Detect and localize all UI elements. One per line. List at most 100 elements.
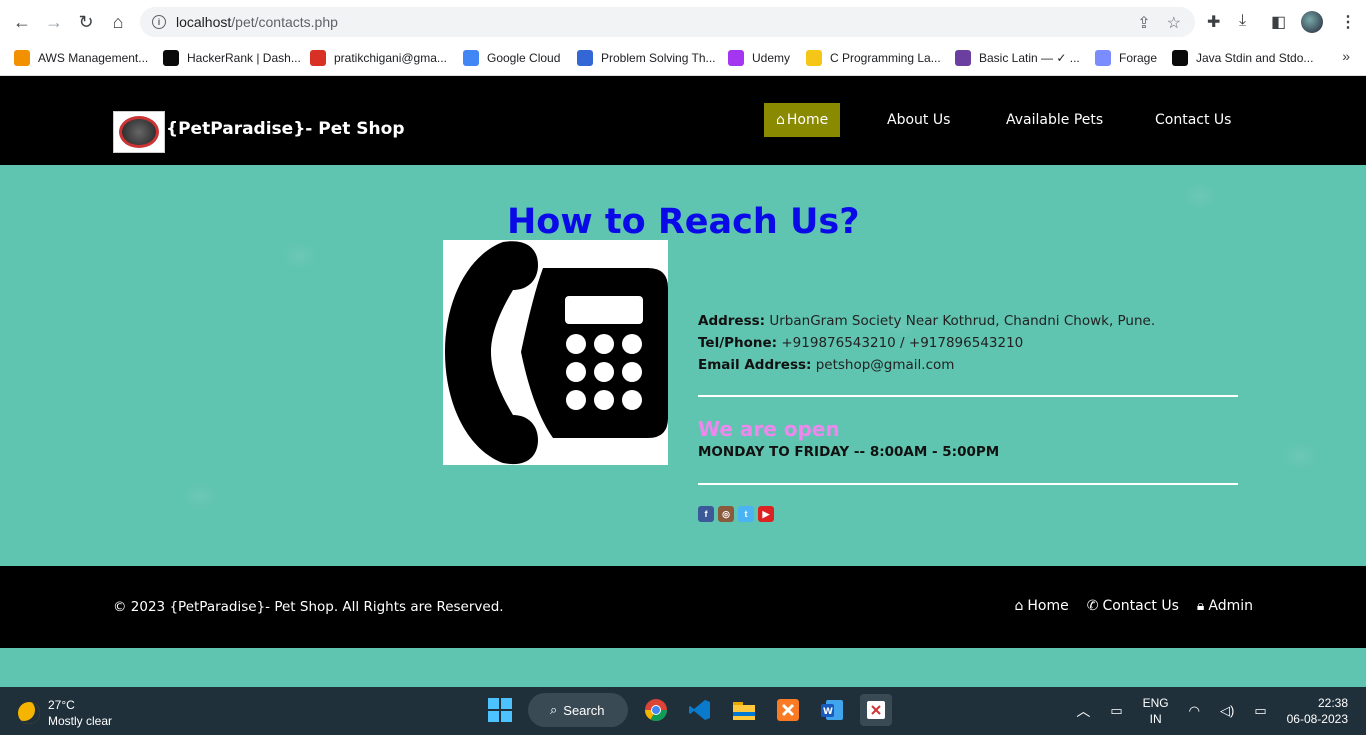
clock-date: 06-08-2023	[1286, 712, 1348, 726]
bookmark-item[interactable]: AWS Management...	[14, 50, 148, 66]
footer-contact-label: Contact Us	[1102, 598, 1179, 614]
xampp-logo-icon	[777, 699, 799, 721]
footer-home-link[interactable]: ⌂ Home	[1014, 598, 1068, 614]
bookmark-item[interactable]: C Programming La...	[806, 50, 941, 66]
download-icon[interactable]: ⤓	[1239, 12, 1246, 30]
bookmark-item[interactable]: Udemy	[728, 50, 790, 66]
forage-icon	[1095, 50, 1111, 66]
home-icon: ⌂	[776, 112, 785, 128]
menu-kebab-icon[interactable]: ⋮	[1340, 12, 1356, 32]
word-icon[interactable]: W	[816, 694, 848, 726]
snip-logo-icon	[867, 701, 885, 719]
footer-admin-link[interactable]: 🔒︎ Admin	[1197, 598, 1253, 614]
wifi-icon[interactable]: ◠	[1189, 703, 1200, 719]
bookmarks-bar: AWS Management... HackerRank | Dash... pra…	[0, 44, 1366, 72]
snipping-tool-icon[interactable]	[860, 694, 892, 726]
contact-details: Address: UrbanGram Society Near Kothrud,…	[698, 310, 1155, 376]
logo-image[interactable]	[113, 111, 165, 153]
phone-icon: ✆	[1086, 598, 1099, 614]
folder-icon	[733, 702, 755, 720]
footer-home-label: Home	[1027, 598, 1069, 614]
browser-chrome: ← → ↻ ⌂ i localhost/pet/contacts.php ⇪ ☆…	[0, 0, 1366, 76]
chevron-up-icon[interactable]: ︿	[1076, 701, 1090, 721]
back-icon[interactable]: ←	[10, 10, 34, 34]
battery-icon[interactable]: ▭	[1254, 703, 1266, 719]
site-info-icon[interactable]: i	[152, 15, 166, 29]
volume-icon[interactable]: ◁)	[1220, 703, 1234, 719]
bookmark-item[interactable]: Problem Solving Th...	[577, 50, 716, 66]
social-links: f ◎ t ▶	[698, 506, 774, 522]
bookmark-item[interactable]: Forage	[1095, 50, 1157, 66]
phone-value: +919876543210 / +917896543210	[781, 335, 1024, 351]
nav-about[interactable]: About Us	[887, 103, 950, 137]
udemy-icon	[728, 50, 744, 66]
share-icon[interactable]: ⇪	[1137, 13, 1150, 33]
aws-icon	[14, 50, 30, 66]
weather-moon-icon	[18, 702, 40, 724]
extensions-icon[interactable]: ✚	[1207, 12, 1220, 32]
language-indicator[interactable]: ENG IN	[1143, 695, 1169, 727]
windows-logo-icon	[488, 698, 512, 722]
bookmark-label: Google Cloud	[487, 51, 561, 65]
taskbar-search[interactable]: ⌕ Search	[528, 693, 628, 727]
display-icon[interactable]: ▭	[1110, 703, 1122, 719]
bookmark-item[interactable]: Java Stdin and Stdo...	[1172, 50, 1313, 66]
footer-admin-label: Admin	[1208, 598, 1253, 614]
page-title: How to Reach Us?	[507, 202, 860, 242]
facebook-icon[interactable]: f	[698, 506, 714, 522]
start-icon[interactable]	[484, 694, 516, 726]
bookmark-item[interactable]: Google Cloud	[463, 50, 560, 66]
bookmark-label: Problem Solving Th...	[601, 51, 716, 65]
nav-home-label: Home	[786, 112, 829, 128]
home-icon[interactable]: ⌂	[106, 10, 130, 34]
chrome-logo-icon	[645, 699, 667, 721]
instagram-icon[interactable]: ◎	[718, 506, 734, 522]
more-bookmarks-icon[interactable]: »	[1342, 48, 1350, 64]
bookmark-item[interactable]: pratikchigani@gma...	[310, 50, 447, 66]
divider	[698, 395, 1238, 397]
search-icon: ⌕	[550, 702, 558, 717]
file-explorer-icon[interactable]	[728, 694, 760, 726]
profile-avatar[interactable]	[1301, 11, 1323, 33]
weather-widget[interactable]: 27°C Mostly clear	[18, 697, 112, 729]
divider	[698, 483, 1238, 485]
bookmark-label: pratikchigani@gma...	[334, 51, 447, 65]
hackerrank-icon	[1172, 50, 1188, 66]
bookmark-item[interactable]: HackerRank | Dash...	[163, 50, 301, 66]
nav-available-pets[interactable]: Available Pets	[1006, 103, 1103, 137]
word-logo-icon: W	[821, 700, 843, 720]
youtube-icon[interactable]: ▶	[758, 506, 774, 522]
google-cloud-icon	[463, 50, 479, 66]
footer-links: ⌂ Home ✆ Contact Us 🔒︎ Admin	[1014, 598, 1253, 614]
clock[interactable]: 22:38 06-08-2023	[1287, 695, 1348, 727]
forward-icon[interactable]: →	[42, 10, 66, 34]
c-programming-icon	[806, 50, 822, 66]
email-value: petshop@gmail.com	[815, 357, 955, 373]
brand-name[interactable]: {PetParadise}- Pet Shop	[166, 119, 405, 139]
url-text: localhost/pet/contacts.php	[176, 14, 338, 30]
nav-contact[interactable]: Contact Us	[1155, 103, 1231, 137]
address-bar[interactable]: i localhost/pet/contacts.php ⇪ ☆	[140, 7, 1195, 37]
lang-line-1: ENG	[1142, 696, 1169, 710]
bookmark-label: Java Stdin and Stdo...	[1196, 51, 1314, 65]
footer-contact-link[interactable]: ✆ Contact Us	[1087, 598, 1179, 614]
problem-solving-icon	[577, 50, 593, 66]
browser-toolbar: ← → ↻ ⌂ i localhost/pet/contacts.php ⇪ ☆…	[0, 0, 1366, 44]
xampp-icon[interactable]	[772, 694, 804, 726]
twitter-icon[interactable]: t	[738, 506, 754, 522]
nav-home[interactable]: ⌂ Home	[764, 103, 841, 137]
svg-text:W: W	[823, 707, 833, 717]
temperature: 27°C	[48, 698, 75, 712]
reload-icon[interactable]: ↻	[74, 10, 98, 34]
vscode-logo-icon	[689, 700, 710, 720]
email-line: Email Address: petshop@gmail.com	[698, 354, 1155, 376]
weather-condition: Mostly clear	[48, 714, 113, 728]
gmail-icon	[310, 50, 326, 66]
vscode-icon[interactable]	[684, 694, 716, 726]
bookmark-star-icon[interactable]: ☆	[1167, 13, 1181, 33]
url-host: localhost	[176, 14, 232, 30]
bookmark-label: C Programming La...	[830, 51, 941, 65]
chrome-icon[interactable]	[640, 694, 672, 726]
side-panel-icon[interactable]: ◧	[1271, 12, 1286, 32]
bookmark-item[interactable]: Basic Latin — ✓ ...	[955, 50, 1080, 66]
